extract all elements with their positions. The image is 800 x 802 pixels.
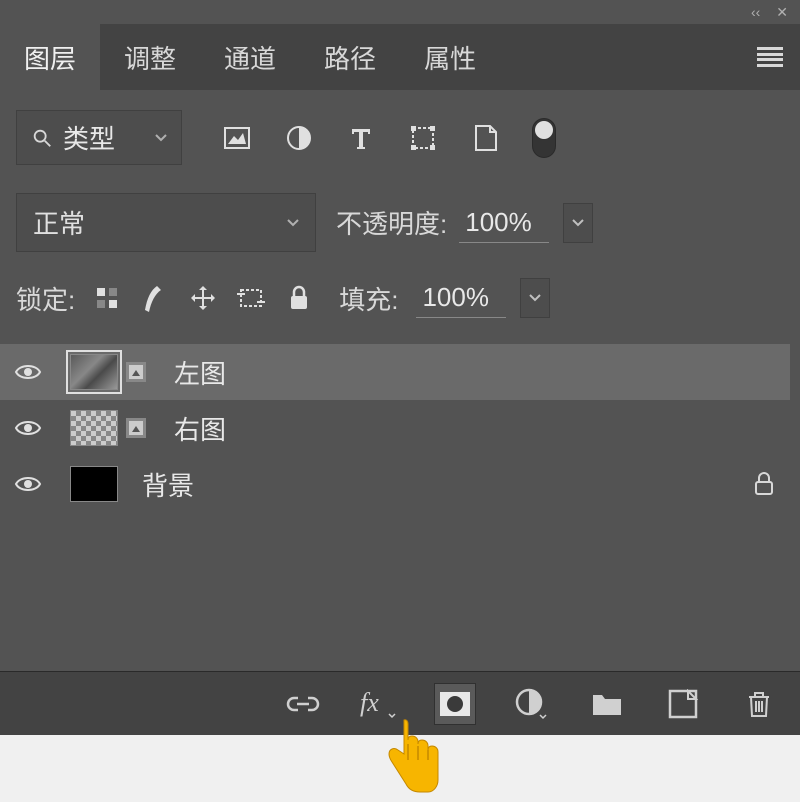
type-filter-label: 类型: [63, 119, 115, 156]
layer-type-filter-dropdown[interactable]: 类型: [16, 110, 182, 165]
smart-object-badge-icon: [122, 358, 150, 386]
layer-name[interactable]: 左图: [174, 354, 774, 391]
tab-channels[interactable]: 通道: [200, 24, 300, 90]
opacity-control[interactable]: 100%: [459, 203, 593, 243]
search-icon: [31, 127, 53, 149]
new-layer-icon[interactable]: [662, 683, 704, 725]
opacity-label: 不透明度:: [336, 204, 447, 241]
pixel-layer-filter-icon[interactable]: [222, 123, 252, 153]
layers-panel: ‹‹ ✕ 图层 调整 通道 路径 属性 类型: [0, 0, 800, 735]
lock-pixels-icon[interactable]: [141, 284, 169, 312]
layer-thumbnail[interactable]: [70, 466, 118, 502]
visibility-toggle-icon[interactable]: [0, 418, 56, 438]
lock-all-icon[interactable]: [285, 284, 313, 312]
panel-tabs: 图层 调整 通道 路径 属性: [0, 24, 800, 90]
type-layer-filter-icon[interactable]: [346, 123, 376, 153]
shape-layer-filter-icon[interactable]: [408, 123, 438, 153]
blend-row: 正常 不透明度: 100%: [0, 185, 800, 260]
tab-properties[interactable]: 属性: [400, 24, 500, 90]
smart-object-filter-icon[interactable]: [470, 123, 500, 153]
close-icon[interactable]: ✕: [776, 4, 788, 21]
panel-menu-icon[interactable]: [740, 24, 800, 90]
smart-object-badge-icon: [122, 414, 150, 442]
link-layers-icon[interactable]: [282, 683, 324, 725]
opacity-value[interactable]: 100%: [459, 203, 549, 243]
collapse-icon[interactable]: ‹‹: [751, 4, 760, 20]
layer-locked-icon: [754, 472, 774, 496]
filter-icons: [222, 118, 556, 158]
new-group-icon[interactable]: [586, 683, 628, 725]
layer-name[interactable]: 右图: [174, 410, 774, 447]
lock-transparency-icon[interactable]: [93, 284, 121, 312]
visibility-toggle-icon[interactable]: [0, 362, 56, 382]
lock-icons: [93, 284, 313, 312]
filter-row: 类型: [0, 90, 800, 185]
layer-row[interactable]: 背景: [0, 456, 790, 512]
blend-mode-value: 正常: [33, 204, 85, 241]
chevron-down-icon: [155, 134, 167, 142]
layer-row[interactable]: 右图: [0, 400, 790, 456]
lock-artboard-icon[interactable]: [237, 284, 265, 312]
fill-control[interactable]: 100%: [416, 278, 550, 318]
layer-thumbnail[interactable]: [70, 410, 118, 446]
chevron-down-icon[interactable]: [520, 278, 550, 318]
fill-value[interactable]: 100%: [416, 278, 506, 318]
fill-label: 填充:: [339, 280, 398, 317]
pointer-cursor-icon: [376, 712, 446, 792]
lock-label: 锁定:: [16, 280, 75, 317]
filter-toggle[interactable]: [532, 118, 556, 158]
visibility-toggle-icon[interactable]: [0, 474, 56, 494]
tab-paths[interactable]: 路径: [300, 24, 400, 90]
layer-row[interactable]: 左图: [0, 344, 790, 400]
delete-layer-icon[interactable]: [738, 683, 780, 725]
lock-position-icon[interactable]: [189, 284, 217, 312]
layers-list: 左图 右图 背景: [0, 336, 800, 520]
layer-thumbnail[interactable]: [70, 354, 118, 390]
lock-row: 锁定: 填充: 100%: [0, 260, 800, 336]
chevron-down-icon: [287, 219, 299, 227]
adjustment-layer-filter-icon[interactable]: [284, 123, 314, 153]
adjustment-layer-icon[interactable]: [510, 683, 552, 725]
tab-layers[interactable]: 图层: [0, 24, 100, 90]
tab-adjustments[interactable]: 调整: [100, 24, 200, 90]
blend-mode-dropdown[interactable]: 正常: [16, 193, 316, 252]
chevron-down-icon[interactable]: [563, 203, 593, 243]
panel-titlebar: ‹‹ ✕: [0, 0, 800, 24]
layer-name[interactable]: 背景: [142, 466, 740, 503]
